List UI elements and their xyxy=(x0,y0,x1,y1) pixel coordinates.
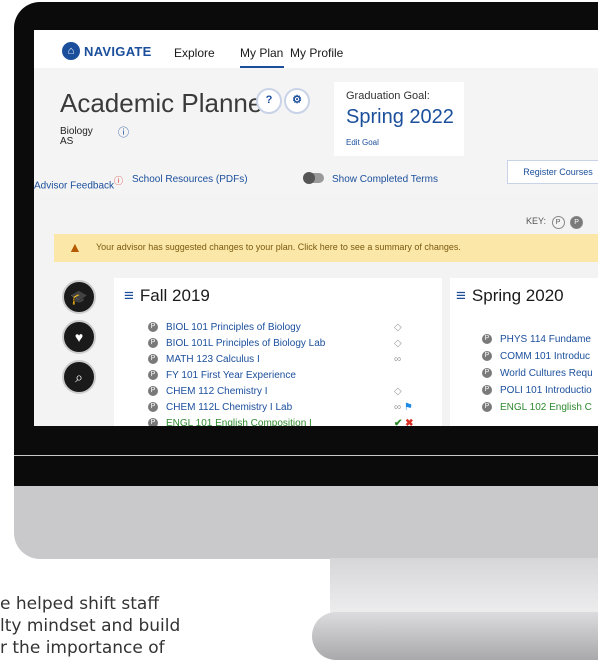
gear-icon: ⚙ xyxy=(292,94,302,106)
chain-icon[interactable]: ∞ xyxy=(394,354,401,365)
planned-icon: P xyxy=(148,354,158,365)
course-label: MATH 123 Calculus I xyxy=(166,354,260,365)
nav-my-profile[interactable]: My Profile xyxy=(290,46,343,60)
course-label: CHEM 112L Chemistry I Lab xyxy=(166,402,293,413)
banner-text: Your advisor has suggested changes to yo… xyxy=(96,242,461,252)
planned-icon: P xyxy=(148,338,158,349)
graduation-goal-label: Graduation Goal: xyxy=(346,90,430,102)
page-title: Academic Planner xyxy=(60,88,271,118)
term-title[interactable]: ≡ Fall 2019 xyxy=(124,286,210,306)
course-label: POLI 101 Introductio xyxy=(500,385,592,396)
monitor: ⌂ NAVIGATE Explore My Plan My Profile Ac… xyxy=(0,0,598,660)
course-item[interactable]: P ENGL 101 English Composition I xyxy=(148,418,312,426)
alert-icon: ⓘ xyxy=(114,176,124,186)
term-title-label: Spring 2020 xyxy=(471,286,564,305)
x-icon[interactable]: ✖ xyxy=(405,418,413,426)
graduation-goal-card: Graduation Goal: Spring 2022 Edit Goal xyxy=(334,82,464,156)
planned-icon: P xyxy=(148,386,158,397)
planned-icon: P xyxy=(148,402,158,413)
term-title[interactable]: ≡ Spring 2020 xyxy=(456,286,564,306)
course-label: ENGL 101 English Composition I xyxy=(166,418,312,426)
caption-line: lty mindset and build xyxy=(0,616,181,636)
warning-icon: ▲ xyxy=(68,239,82,255)
nav-my-plan[interactable]: My Plan xyxy=(240,46,283,60)
key-label: KEY: xyxy=(526,216,547,226)
advisor-feedback-label: Advisor Feedback xyxy=(34,180,115,192)
planned-icon: P xyxy=(148,418,158,426)
nav-explore[interactable]: Explore xyxy=(174,46,215,60)
edit-goal-link[interactable]: Edit Goal xyxy=(346,138,379,147)
course-label: BIOL 101L Principles of Biology Lab xyxy=(166,338,326,349)
flag-icon: ⚑ xyxy=(403,402,413,413)
degree-label: AS xyxy=(60,136,74,147)
monitor-stand-base xyxy=(312,612,598,660)
graduation-goal-value: Spring 2022 xyxy=(346,106,454,128)
registered-icon: P xyxy=(570,216,584,229)
advisor-feedback-link[interactable]: Advisor Feedbackⓘ xyxy=(34,174,123,191)
course-item[interactable]: P BIOL 101 Principles of Biology xyxy=(148,322,301,333)
course-label: COMM 101 Introduc xyxy=(500,351,591,362)
search-icon[interactable]: ⌕ xyxy=(62,360,96,394)
course-item[interactable]: P PHYS 114 Fundame xyxy=(482,334,591,345)
top-nav: ⌂ NAVIGATE Explore My Plan My Profile xyxy=(34,30,598,68)
school-resources-link[interactable]: School Resources (PDFs) xyxy=(132,174,248,185)
help-button[interactable]: ? xyxy=(256,88,282,114)
course-item[interactable]: P MATH 123 Calculus I xyxy=(148,354,260,365)
course-label: World Cultures Requ xyxy=(500,368,593,379)
course-item[interactable]: P CHEM 112 Chemistry I xyxy=(148,386,268,397)
course-item[interactable]: P ENGL 102 English C xyxy=(482,402,592,413)
course-label: CHEM 112 Chemistry I xyxy=(166,386,268,397)
course-item[interactable]: P CHEM 112L Chemistry I Lab xyxy=(148,402,292,413)
app-screen: ⌂ NAVIGATE Explore My Plan My Profile Ac… xyxy=(34,30,598,426)
link-icon[interactable]: ◇ xyxy=(394,386,402,397)
logo[interactable]: ⌂ NAVIGATE xyxy=(62,42,152,60)
term-title-label: Fall 2019 xyxy=(139,286,210,305)
term-card-spring: ≡ Spring 2020 P PHYS 114 Fundame P COMM 101… xyxy=(450,278,598,426)
monitor-stand xyxy=(330,558,598,618)
planned-icon: P xyxy=(482,385,492,396)
planned-icon: P xyxy=(148,322,158,333)
course-item[interactable]: P World Cultures Requ xyxy=(482,368,593,379)
menu-icon: ≡ xyxy=(456,286,466,305)
course-label: ENGL 102 English C xyxy=(500,402,592,413)
course-label: FY 101 First Year Experience xyxy=(166,370,296,381)
term-card-fall: ≡ Fall 2019 P BIOL 101 Principles of Biolo… xyxy=(114,278,442,426)
planned-icon: P xyxy=(551,216,565,229)
chain-flag-icons[interactable]: ∞ ⚑ xyxy=(394,402,413,413)
course-label: BIOL 101 Principles of Biology xyxy=(166,322,301,333)
show-completed-toggle[interactable] xyxy=(303,172,324,184)
register-courses-button[interactable]: Register Courses xyxy=(507,160,598,184)
key-legend: KEY: P P xyxy=(526,216,584,229)
monitor-bezel-bottom xyxy=(14,456,598,486)
course-item[interactable]: P POLI 101 Introductio xyxy=(482,385,592,396)
planned-icon: P xyxy=(482,334,492,345)
approve-reject-icons[interactable]: ✔ ✖ xyxy=(394,418,414,426)
planned-icon: P xyxy=(482,351,492,362)
toggle-knob xyxy=(303,172,315,184)
question-icon: ? xyxy=(265,94,273,106)
caption-line: r the importance of xyxy=(0,638,165,658)
course-item[interactable]: P BIOL 101L Principles of Biology Lab xyxy=(148,338,325,349)
building-icon: ⌂ xyxy=(62,42,80,60)
settings-button[interactable]: ⚙ xyxy=(284,88,310,114)
check-icon[interactable]: ✔ xyxy=(394,418,402,426)
menu-icon: ≡ xyxy=(124,286,134,305)
info-icon[interactable]: ⓘ xyxy=(118,124,129,140)
caption-line: e helped shift staff xyxy=(0,594,160,614)
heart-icon[interactable]: ♥ xyxy=(62,320,96,354)
link-icon[interactable]: ◇ xyxy=(394,338,402,349)
planned-icon: P xyxy=(482,402,492,413)
graduation-cap-icon[interactable]: 🎓 xyxy=(62,280,96,314)
link-icon[interactable]: ◇ xyxy=(394,322,402,333)
planned-icon: P xyxy=(148,370,158,381)
show-completed-label: Show Completed Terms xyxy=(332,174,438,185)
course-label: PHYS 114 Fundame xyxy=(500,334,591,345)
logo-text: NAVIGATE xyxy=(84,43,152,59)
course-item[interactable]: P COMM 101 Introduc xyxy=(482,351,590,362)
advisor-changes-banner[interactable]: ▲ Your advisor has suggested changes to … xyxy=(54,234,598,262)
planned-icon: P xyxy=(482,368,492,379)
course-item[interactable]: P FY 101 First Year Experience xyxy=(148,370,296,381)
